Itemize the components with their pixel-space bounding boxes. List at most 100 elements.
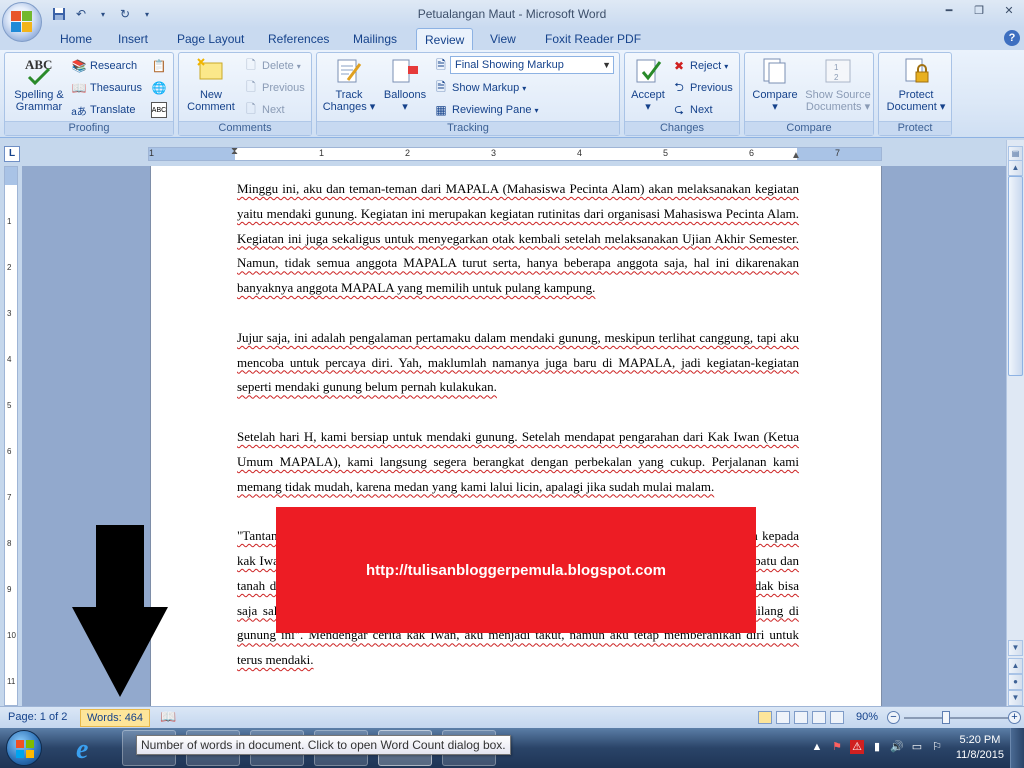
research-button[interactable]: 📚 Research <box>71 57 138 75</box>
tab-insert[interactable]: Insert <box>118 32 148 46</box>
translate-button[interactable]: aあ Translate <box>71 101 135 119</box>
delete-comment-icon: 🗋 <box>246 57 256 72</box>
right-indent-marker-icon[interactable]: ▲ <box>791 150 801 161</box>
compare-group: Compare ▾ 12 Show Source Documents ▾ Com… <box>744 52 874 136</box>
window-controls: ━ ❐ ✕ <box>934 0 1024 20</box>
balloons-button[interactable]: Balloons ▾ <box>377 55 433 113</box>
next-page-button[interactable]: ▼ <box>1008 690 1023 706</box>
show-desktop-button[interactable] <box>1010 728 1024 768</box>
help-icon[interactable]: ? <box>1004 30 1020 46</box>
tab-references[interactable]: References <box>268 32 329 46</box>
start-button[interactable] <box>6 730 42 766</box>
arrow-down-icon <box>72 525 168 697</box>
translation-tooltip-button[interactable]: 🌐 <box>151 79 167 97</box>
paragraph[interactable]: Minggu ini, aku dan teman-teman dari MAP… <box>237 177 799 301</box>
show-markup-icon: 🗎 <box>436 79 446 94</box>
delete-comment-button[interactable]: 🗋 Delete ▾ <box>243 57 301 75</box>
reject-icon: ✖ <box>673 59 685 73</box>
internet-explorer-icon: e <box>76 734 88 765</box>
set-language-button[interactable]: 📋 <box>151 57 167 75</box>
vertical-scrollbar[interactable]: ▤ ▲ ▼ ▲ ● ▼ <box>1006 140 1024 706</box>
select-browse-object-button[interactable]: ● <box>1008 674 1023 690</box>
full-screen-reading-view-icon[interactable] <box>776 711 790 724</box>
lock-icon <box>900 55 932 87</box>
zoom-slider[interactable] <box>904 717 1008 719</box>
protect-group: Protect Document ▾ Protect <box>878 52 952 136</box>
action-center-icon[interactable]: ⚑ <box>830 740 844 754</box>
previous-page-button[interactable]: ▲ <box>1008 658 1023 674</box>
draft-view-icon[interactable] <box>830 711 844 724</box>
protect-document-button[interactable]: Protect Document ▾ <box>881 55 951 113</box>
tab-selector-icon[interactable]: L <box>4 146 20 162</box>
zoom-slider-thumb[interactable] <box>942 711 950 724</box>
comments-group: New Comment 🗋 Delete ▾ 🗋 Previous 🗋 Next Com… <box>178 52 312 136</box>
next-comment-button[interactable]: 🗋 Next <box>243 101 284 119</box>
horizontal-ruler[interactable]: 1 1 2 3 4 5 6 7 ⧗ ▲ <box>148 146 882 161</box>
word-count-button[interactable]: Words: 464 <box>80 709 151 727</box>
next-comment-icon: 🗋 <box>246 101 256 116</box>
antivirus-icon[interactable]: ⚠ <box>850 740 864 754</box>
show-source-documents-button[interactable]: 12 Show Source Documents ▾ <box>801 55 875 113</box>
tab-mailings[interactable]: Mailings <box>353 32 397 46</box>
zoom-in-button[interactable]: + <box>1008 711 1021 724</box>
power-icon[interactable]: ▭ <box>910 740 924 754</box>
blog-url-overlay: http://tulisanbloggerpemula.blogspot.com <box>276 507 756 633</box>
office-button[interactable] <box>2 2 42 42</box>
display-for-review-icon-wrap: 🗎 <box>433 57 449 75</box>
ribbon: ABC Spelling & Grammar 📚 Research 📖 Thesau… <box>0 50 1024 138</box>
tab-home[interactable]: Home <box>60 32 92 46</box>
display-for-review-icon: 🗎 <box>436 57 446 72</box>
compare-button[interactable]: Compare ▾ <box>747 55 803 113</box>
indent-marker-icon[interactable]: ⧗ <box>231 146 238 157</box>
spelling-grammar-button[interactable]: ABC Spelling & Grammar <box>8 55 70 113</box>
outline-view-icon[interactable] <box>812 711 826 724</box>
reject-button[interactable]: ✖ Reject ▾ <box>671 57 728 75</box>
previous-comment-icon: 🗋 <box>246 79 256 94</box>
maximize-button[interactable]: ❐ <box>964 0 994 20</box>
show-source-documents-icon: 12 <box>822 55 854 87</box>
flag-icon[interactable]: ⚐ <box>930 740 944 754</box>
thesaurus-button[interactable]: 📖 Thesaurus <box>71 79 142 97</box>
page-count[interactable]: Page: 1 of 2 <box>8 711 67 723</box>
tab-view[interactable]: View <box>490 32 516 46</box>
track-changes-button[interactable]: Track Changes ▾ <box>321 55 377 113</box>
accept-button[interactable]: Accept ▾ <box>627 55 669 113</box>
show-markup-button[interactable]: 🗎 Show Markup ▾ <box>433 79 526 97</box>
zoom-out-button[interactable]: − <box>887 711 900 724</box>
close-button[interactable]: ✕ <box>994 0 1024 20</box>
svg-text:2: 2 <box>834 73 839 82</box>
tab-foxit-reader-pdf[interactable]: Foxit Reader PDF <box>545 32 641 46</box>
tab-review[interactable]: Review <box>416 28 474 51</box>
display-for-review-select[interactable]: Final Showing Markup ▼ <box>450 56 614 74</box>
paragraph[interactable]: Setelah hari H, kami bersiap untuk menda… <box>237 425 799 499</box>
status-bar: Page: 1 of 2 Words: 464 📖 90% − + <box>0 706 1024 728</box>
volume-icon[interactable]: 🔊 <box>890 740 904 754</box>
web-layout-view-icon[interactable] <box>794 711 808 724</box>
previous-comment-button[interactable]: 🗋 Previous <box>243 79 305 97</box>
proofing-errors-icon[interactable]: 📖 <box>160 709 176 725</box>
previous-change-button[interactable]: ⮌ Previous <box>671 79 733 97</box>
globe-icon: 🌐 <box>151 81 167 95</box>
next-change-button[interactable]: ⮎ Next <box>671 101 712 119</box>
reviewing-pane-button[interactable]: ▦ Reviewing Pane ▾ <box>433 101 538 119</box>
vertical-ruler[interactable]: 1 2 3 4 5 6 7 8 9 10 11 <box>4 166 18 706</box>
proofing-group: ABC Spelling & Grammar 📚 Research 📖 Thesau… <box>4 52 174 136</box>
ribbon-tabs: Home Insert Page Layout References Maili… <box>0 28 1024 51</box>
scroll-up-button[interactable]: ▲ <box>1008 160 1023 176</box>
minimize-button[interactable]: ━ <box>934 0 964 20</box>
new-comment-button[interactable]: New Comment <box>183 55 239 113</box>
word-count-button[interactable]: ABC <box>151 101 167 119</box>
network-icon[interactable]: ▮ <box>870 740 884 754</box>
track-changes-icon <box>333 55 365 87</box>
tab-page-layout[interactable]: Page Layout <box>177 32 244 46</box>
changes-group: Accept ▾ ✖ Reject ▾ ⮌ Previous ⮎ Next Change… <box>624 52 740 136</box>
research-icon: 📚 <box>71 59 87 73</box>
scroll-down-button[interactable]: ▼ <box>1008 640 1023 656</box>
clock[interactable]: 5:20 PM 11/8/2015 <box>956 733 1004 763</box>
zoom-level[interactable]: 90% <box>856 711 878 723</box>
paragraph[interactable]: Jujur saja, ini adalah pengalaman pertam… <box>237 326 799 400</box>
internet-explorer-taskbar-button[interactable]: e <box>62 730 116 766</box>
scrollbar-thumb[interactable] <box>1008 176 1023 376</box>
print-layout-view-icon[interactable] <box>758 711 772 724</box>
show-hidden-icons-icon[interactable]: ▲ <box>810 740 824 754</box>
